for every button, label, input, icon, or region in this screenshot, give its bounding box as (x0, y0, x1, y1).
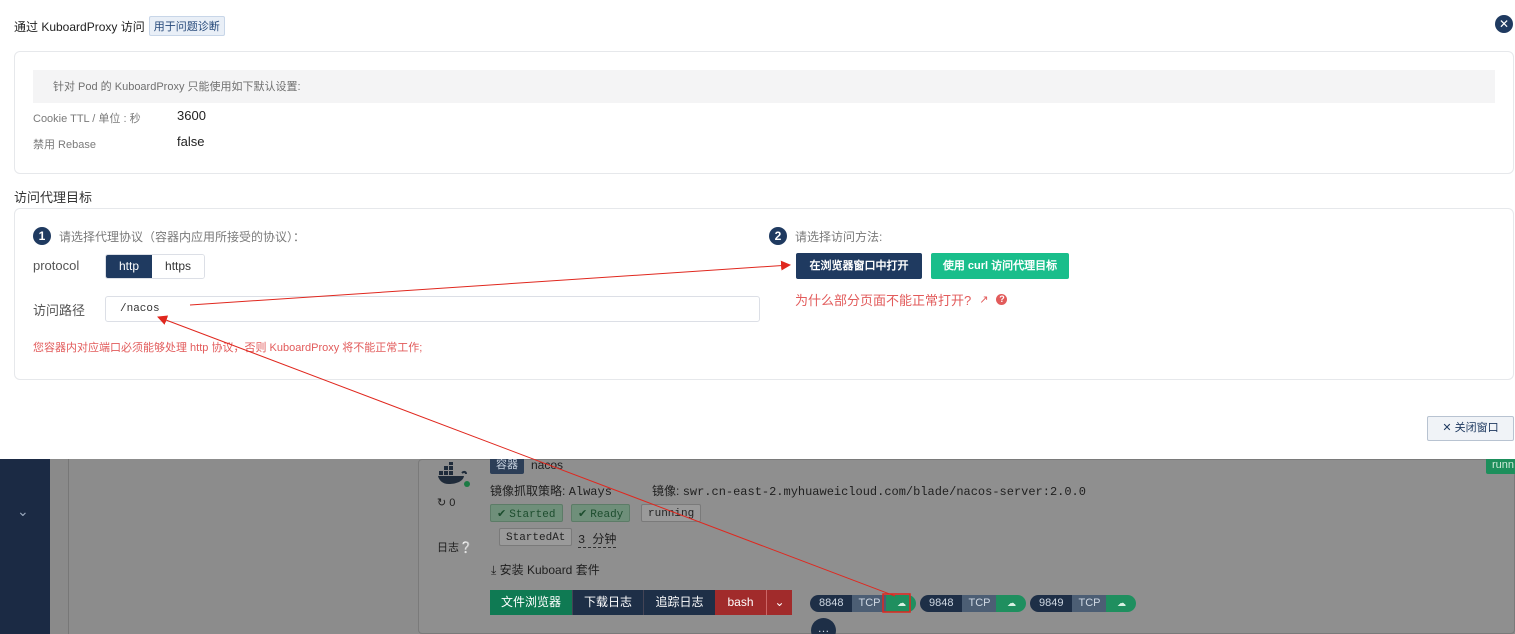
protocol-label: protocol (33, 258, 80, 273)
port-9848[interactable]: 9848 TCP ☁ (920, 595, 1027, 612)
started-at-tag: StartedAt (499, 528, 573, 546)
disable-rebase-value: false (177, 134, 205, 149)
open-in-browser-button[interactable]: 在浏览器窗口中打开 (796, 253, 922, 279)
ready-text: Ready (590, 509, 624, 521)
port-9849[interactable]: 9849 TCP ☁ (1030, 595, 1137, 612)
port-number: 8848 (810, 595, 853, 612)
proxy-icon[interactable]: ☁ (1106, 595, 1137, 612)
image-label: 镜像: (652, 484, 680, 498)
ready-tag: ✔ Ready (571, 504, 631, 522)
docker-icon (438, 462, 467, 484)
pull-policy-label: 镜像抓取策略: (490, 484, 566, 498)
disable-rebase-label: 禁用 Rebase (33, 139, 96, 151)
download-logs-button[interactable]: 下载日志 (572, 590, 643, 615)
started-tag: ✔ Started (490, 504, 563, 522)
step-2-text: 请选择访问方法: (795, 229, 883, 244)
logs-label-text: 日志 (437, 542, 459, 554)
pull-policy: 镜像抓取策略: Always (490, 482, 612, 499)
protocol-https[interactable]: https (152, 255, 205, 278)
bash-dropdown-button[interactable]: ⌄ (766, 590, 792, 615)
container-name: nacos (531, 458, 564, 472)
chevron-down-icon[interactable]: ⌄ (17, 503, 29, 520)
port-8848[interactable]: 8848 TCP ☁ (810, 595, 917, 612)
download-icon: ⤓ (491, 563, 497, 577)
logs-label: 日志❔ (437, 539, 473, 555)
step-1-text: 请选择代理协议（容器内应用所接受的协议）： (59, 229, 306, 244)
started-text: Started (509, 509, 556, 521)
cookie-ttl-value: 3600 (177, 108, 206, 123)
close-window-text: 关闭窗口 (1454, 422, 1499, 434)
protocol-selector: http https (105, 254, 206, 279)
image-value: swr.cn-east-2.myhuaweicloud.com/blade/na… (682, 485, 1086, 499)
started-at-value: 3 分钟 (578, 530, 617, 548)
path-label: 访问路径 (33, 303, 86, 318)
kuboard-proxy-dialog: 通过 KuboardProxy 访问 用于问题诊断 ✕ 针对 Pod 的 Kub… (0, 0, 1515, 459)
install-suite-text: 安装 Kuboard 套件 (499, 563, 600, 577)
proxy-icon[interactable]: ☁ (886, 595, 917, 612)
proxy-target-title: 访问代理目标 (14, 190, 93, 205)
running-state-tag: running (641, 504, 702, 522)
dialog-title: 通过 KuboardProxy 访问 用于问题诊断 (14, 16, 225, 36)
port-protocol: TCP (852, 595, 887, 612)
status-dot (464, 481, 470, 487)
close-icon: ✕ (1442, 422, 1452, 434)
tail-logs-button[interactable]: 追踪日志 (643, 590, 715, 615)
check-icon: ✔ (497, 508, 507, 520)
restart-count-value: 0 (449, 497, 456, 509)
curl-access-button[interactable]: 使用 curl 访问代理目标 (931, 253, 1069, 279)
dialog-title-text: 通过 KuboardProxy 访问 (14, 19, 145, 34)
install-suite-link[interactable]: ⤓ 安装 Kuboard 套件 (491, 561, 600, 578)
restart-count: ↻ 0 (437, 496, 455, 509)
port-protocol: TCP (962, 595, 997, 612)
step-number: 2 (769, 227, 787, 245)
image: 镜像: swr.cn-east-2.myhuaweicloud.com/blad… (652, 482, 1086, 499)
bash-button[interactable]: bash (715, 590, 766, 615)
question-icon: ? (996, 294, 1008, 305)
step-1: 1 请选择代理协议（容器内应用所接受的协议）： (33, 227, 305, 245)
port-number: 9848 (920, 595, 963, 612)
pull-policy-value: Always (568, 485, 612, 499)
step-2: 2 请选择访问方法: (769, 227, 882, 245)
port-protocol: TCP (1072, 595, 1107, 612)
close-icon[interactable]: ✕ (1495, 15, 1513, 33)
external-link-icon: ↗ (979, 294, 989, 306)
file-browser-button[interactable]: 文件浏览器 (490, 590, 572, 615)
settings-notice: 针对 Pod 的 KuboardProxy 只能使用如下默认设置: (33, 70, 1495, 103)
why-link-text: 为什么部分页面不能正常打开? (795, 293, 972, 308)
close-window-button[interactable]: ✕ 关闭窗口 (1427, 416, 1514, 441)
cookie-ttl-label: Cookie TTL / 单位 : 秒 (33, 113, 141, 125)
proxy-icon[interactable]: ☁ (996, 595, 1027, 612)
step-number: 1 (33, 227, 51, 245)
check-icon: ✔ (578, 508, 588, 520)
path-input[interactable]: /nacos (105, 296, 760, 322)
restart-icon: ↻ (437, 497, 447, 509)
port-number: 9849 (1030, 595, 1073, 612)
dialog-title-tag: 用于问题诊断 (148, 16, 225, 36)
protocol-warning: 您容器内对应端口必须能够处理 http 协议，否则 KuboardProxy 将… (33, 342, 423, 354)
why-pages-fail-link[interactable]: 为什么部分页面不能正常打开? ↗ ? (795, 290, 1008, 309)
chevron-down-icon: ⌄ (774, 595, 785, 609)
help-icon: ❔ (459, 542, 473, 554)
protocol-http[interactable]: http (106, 255, 153, 278)
sidebar: ⌄ (0, 459, 50, 634)
